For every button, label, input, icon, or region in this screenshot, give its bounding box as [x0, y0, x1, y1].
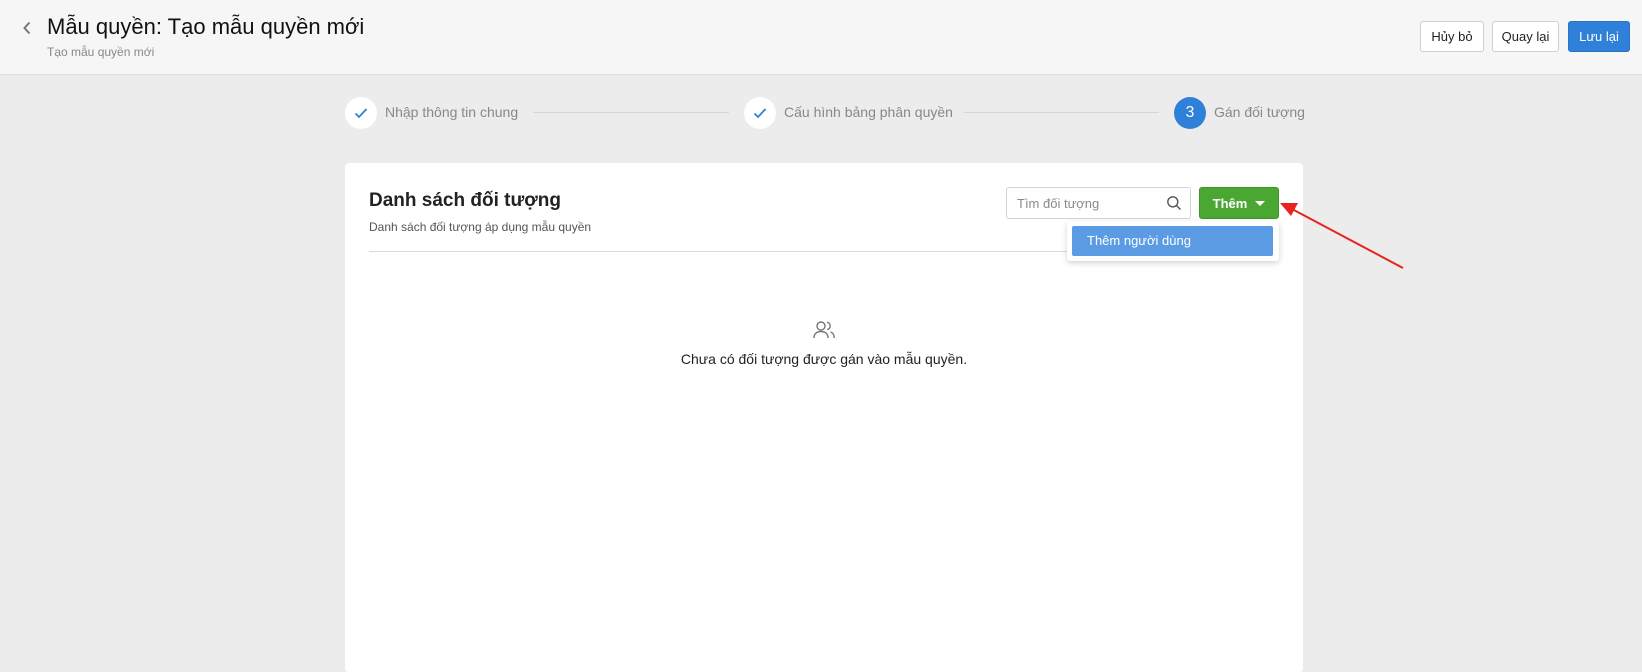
caret-down-icon — [1255, 200, 1266, 206]
page-title: Mẫu quyền: Tạo mẫu quyền mới — [47, 14, 365, 39]
stepper: Nhập thông tin chung Cấu hình bảng phân … — [0, 95, 1642, 131]
step-1-indicator[interactable] — [345, 97, 377, 129]
add-dropdown-button[interactable]: Thêm — [1199, 187, 1279, 219]
users-icon — [813, 321, 835, 339]
add-dropdown-menu: Thêm người dùng — [1067, 221, 1279, 261]
back-button[interactable] — [16, 16, 38, 40]
page-subtitle: Tạo mẫu quyền mới — [47, 45, 155, 59]
card-title: Danh sách đối tượng — [369, 190, 561, 211]
step-1-label[interactable]: Nhập thông tin chung — [385, 104, 518, 120]
step-connector — [964, 112, 1159, 113]
step-connector — [533, 112, 729, 113]
go-back-button[interactable]: Quay lại — [1492, 21, 1559, 52]
top-bar: Mẫu quyền: Tạo mẫu quyền mới Tạo mẫu quy… — [0, 0, 1642, 75]
object-list-card: Danh sách đối tượng Danh sách đối tượng … — [345, 163, 1303, 672]
step-3-label[interactable]: Gán đối tượng — [1214, 104, 1305, 120]
step-2-indicator[interactable] — [744, 97, 776, 129]
add-button-label: Thêm — [1212, 195, 1248, 211]
empty-state-message: Chưa có đối tượng được gán vào mẫu quyền… — [680, 351, 968, 367]
check-icon — [753, 108, 767, 119]
menu-item-add-user[interactable]: Thêm người dùng — [1072, 226, 1273, 256]
step-3-indicator[interactable]: 3 — [1174, 97, 1206, 129]
search-input[interactable] — [1007, 188, 1157, 218]
search-icon[interactable] — [1166, 195, 1182, 211]
card-subtitle: Danh sách đối tượng áp dụng mẫu quyền — [369, 220, 592, 234]
cancel-button[interactable]: Hủy bỏ — [1420, 21, 1484, 52]
save-button[interactable]: Lưu lại — [1568, 21, 1630, 52]
search-box — [1006, 187, 1191, 219]
check-icon — [354, 108, 368, 119]
chevron-left-icon — [23, 21, 31, 35]
step-2-label[interactable]: Cấu hình bảng phân quyền — [784, 104, 953, 120]
